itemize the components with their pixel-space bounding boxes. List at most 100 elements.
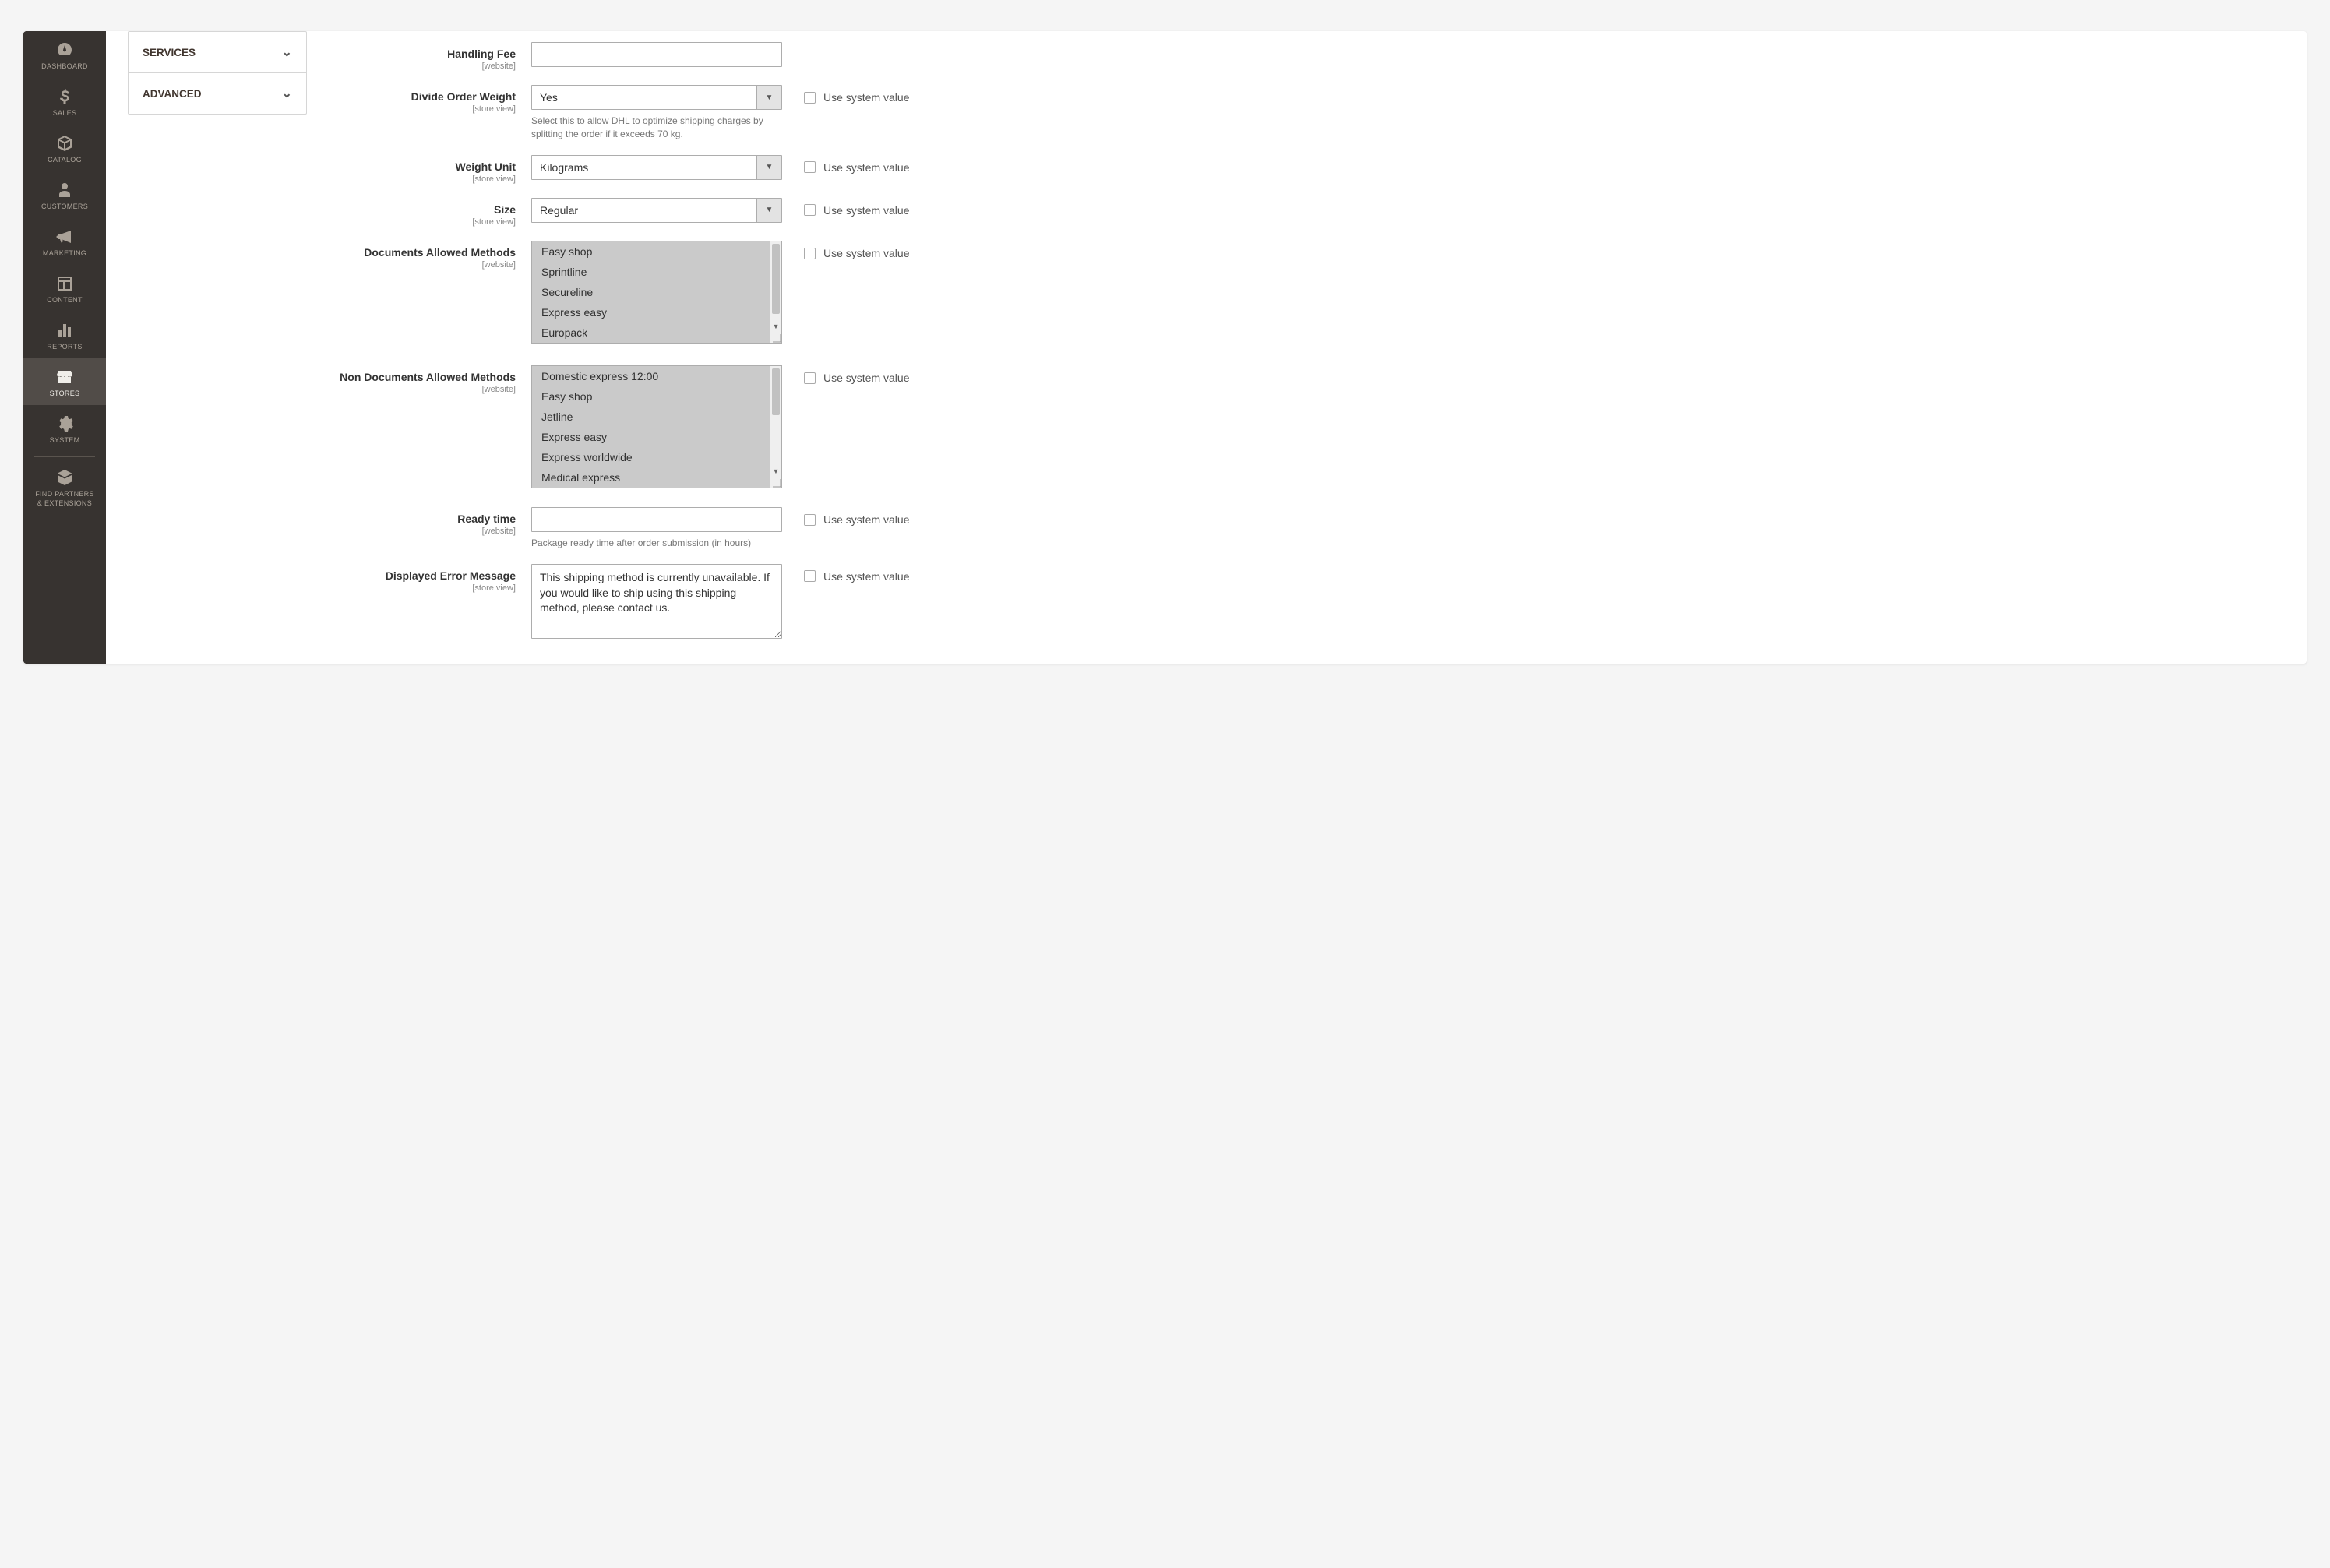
row-divide-order-weight: Divide Order Weight [store view] Yes ▼ S… (330, 85, 2283, 141)
scrollbar-thumb[interactable] (772, 244, 780, 314)
doc-methods-multiselect[interactable]: Easy shop Sprintline Secureline Express … (531, 241, 782, 344)
option[interactable]: Jetline (532, 407, 770, 427)
nav-label: CONTENT (47, 296, 83, 304)
use-system-value[interactable]: Use system value (782, 507, 909, 526)
box-icon (55, 134, 75, 153)
nav-catalog[interactable]: CATALOG (23, 125, 106, 171)
accordion-label: SERVICES (143, 47, 196, 58)
layout-icon (55, 274, 75, 293)
option[interactable]: Express worldwide (532, 447, 770, 467)
chevron-down-icon: ⌄ (282, 86, 292, 101)
nav-label: SYSTEM (50, 436, 80, 444)
option[interactable]: Domestic express 12:00 (532, 366, 770, 386)
option[interactable]: Secureline (532, 282, 770, 302)
dollar-icon (55, 87, 75, 106)
puzzle-icon (55, 468, 75, 487)
use-system-value[interactable]: Use system value (782, 198, 909, 217)
use-system-checkbox[interactable] (804, 570, 816, 582)
option[interactable]: Medical express (532, 467, 770, 488)
option[interactable]: Europack (532, 322, 770, 343)
field-label: Displayed Error Message [store view] (330, 564, 531, 593)
dropdown-arrow-icon: ▼ (756, 199, 781, 222)
row-doc-methods: Documents Allowed Methods [website] Easy… (330, 241, 2283, 344)
use-system-checkbox[interactable] (804, 204, 816, 216)
nondoc-methods-multiselect[interactable]: Domestic express 12:00 Easy shop Jetline… (531, 365, 782, 488)
admin-sidebar: DASHBOARD SALES CATALOG CUSTOMERS MARKET… (23, 31, 106, 664)
nav-label: CATALOG (48, 156, 82, 164)
nav-label: REPORTS (47, 343, 82, 351)
nav-stores[interactable]: STORES (23, 358, 106, 405)
storefront-icon (55, 368, 75, 386)
field-label: Documents Allowed Methods [website] (330, 241, 531, 270)
use-system-checkbox[interactable] (804, 92, 816, 104)
option[interactable]: Express easy (532, 302, 770, 322)
field-label: Size [store view] (330, 198, 531, 227)
person-icon (55, 181, 75, 199)
nav-system[interactable]: SYSTEM (23, 405, 106, 452)
resize-handle-icon[interactable] (772, 478, 781, 488)
gauge-icon (55, 41, 75, 59)
nav-partners[interactable]: FIND PARTNERS & EXTENSIONS (23, 459, 106, 516)
option[interactable]: Sprintline (532, 262, 770, 282)
accordion-advanced[interactable]: ADVANCED ⌄ (129, 73, 306, 114)
multiselect-options: Domestic express 12:00 Easy shop Jetline… (532, 366, 770, 488)
use-system-value[interactable]: Use system value (782, 155, 909, 174)
use-system-value[interactable]: Use system value (782, 365, 909, 384)
nav-customers[interactable]: CUSTOMERS (23, 171, 106, 218)
weight-unit-select[interactable]: Kilograms ▼ (531, 155, 782, 180)
field-label: Handling Fee [website] (330, 42, 531, 71)
nav-label: MARKETING (43, 249, 86, 257)
row-handling-fee: Handling Fee [website] (330, 42, 2283, 71)
scrollbar[interactable]: ▼ (770, 366, 781, 488)
divide-order-weight-select[interactable]: Yes ▼ (531, 85, 782, 110)
use-system-value[interactable]: Use system value (782, 85, 909, 104)
settings-form: Handling Fee [website] Divide Order Weig… (307, 31, 2307, 664)
option[interactable]: Easy shop (532, 386, 770, 407)
nav-marketing[interactable]: MARKETING (23, 218, 106, 265)
size-select[interactable]: Regular ▼ (531, 198, 782, 223)
chevron-down-icon: ⌄ (282, 44, 292, 60)
row-error-message: Displayed Error Message [store view] Use… (330, 564, 2283, 641)
nav-content[interactable]: CONTENT (23, 265, 106, 312)
nav-reports[interactable]: REPORTS (23, 312, 106, 358)
row-ready-time: Ready time [website] Package ready time … (330, 507, 2283, 550)
gear-icon (55, 414, 75, 433)
app-frame: DASHBOARD SALES CATALOG CUSTOMERS MARKET… (23, 31, 2307, 664)
option[interactable]: Express easy (532, 427, 770, 447)
accordion-services[interactable]: SERVICES ⌄ (129, 32, 306, 73)
dropdown-arrow-icon: ▼ (756, 156, 781, 179)
nav-dashboard[interactable]: DASHBOARD (23, 31, 106, 78)
field-label: Ready time [website] (330, 507, 531, 536)
use-system-value[interactable]: Use system value (782, 564, 909, 583)
nav-label: SALES (53, 109, 77, 117)
use-system-value[interactable]: Use system value (782, 241, 909, 259)
config-sections: SERVICES ⌄ ADVANCED ⌄ (106, 31, 307, 664)
field-help: Package ready time after order submissio… (531, 537, 782, 550)
dropdown-arrow-icon: ▼ (756, 86, 781, 109)
row-weight-unit: Weight Unit [store view] Kilograms ▼ Use… (330, 155, 2283, 184)
megaphone-icon (55, 227, 75, 246)
scroll-down-icon[interactable]: ▼ (770, 467, 781, 475)
use-system-checkbox[interactable] (804, 372, 816, 384)
use-system-checkbox[interactable] (804, 514, 816, 526)
nav-sales[interactable]: SALES (23, 78, 106, 125)
scrollbar[interactable]: ▼ (770, 241, 781, 343)
use-system-checkbox[interactable] (804, 161, 816, 173)
nav-separator (34, 456, 95, 457)
nav-label: DASHBOARD (41, 62, 88, 70)
handling-fee-input[interactable] (531, 42, 782, 67)
nav-label: FIND PARTNERS & EXTENSIONS (35, 490, 94, 508)
accordion-list: SERVICES ⌄ ADVANCED ⌄ (128, 31, 307, 115)
error-message-textarea[interactable] (531, 564, 782, 639)
bars-icon (55, 321, 75, 340)
nav-label: STORES (50, 389, 80, 397)
use-system-checkbox[interactable] (804, 248, 816, 259)
row-nondoc-methods: Non Documents Allowed Methods [website] … (330, 365, 2283, 488)
scroll-down-icon[interactable]: ▼ (770, 322, 781, 330)
field-label: Non Documents Allowed Methods [website] (330, 365, 531, 394)
ready-time-input[interactable] (531, 507, 782, 532)
row-size: Size [store view] Regular ▼ Use system v… (330, 198, 2283, 227)
option[interactable]: Easy shop (532, 241, 770, 262)
resize-handle-icon[interactable] (772, 333, 781, 343)
scrollbar-thumb[interactable] (772, 368, 780, 415)
